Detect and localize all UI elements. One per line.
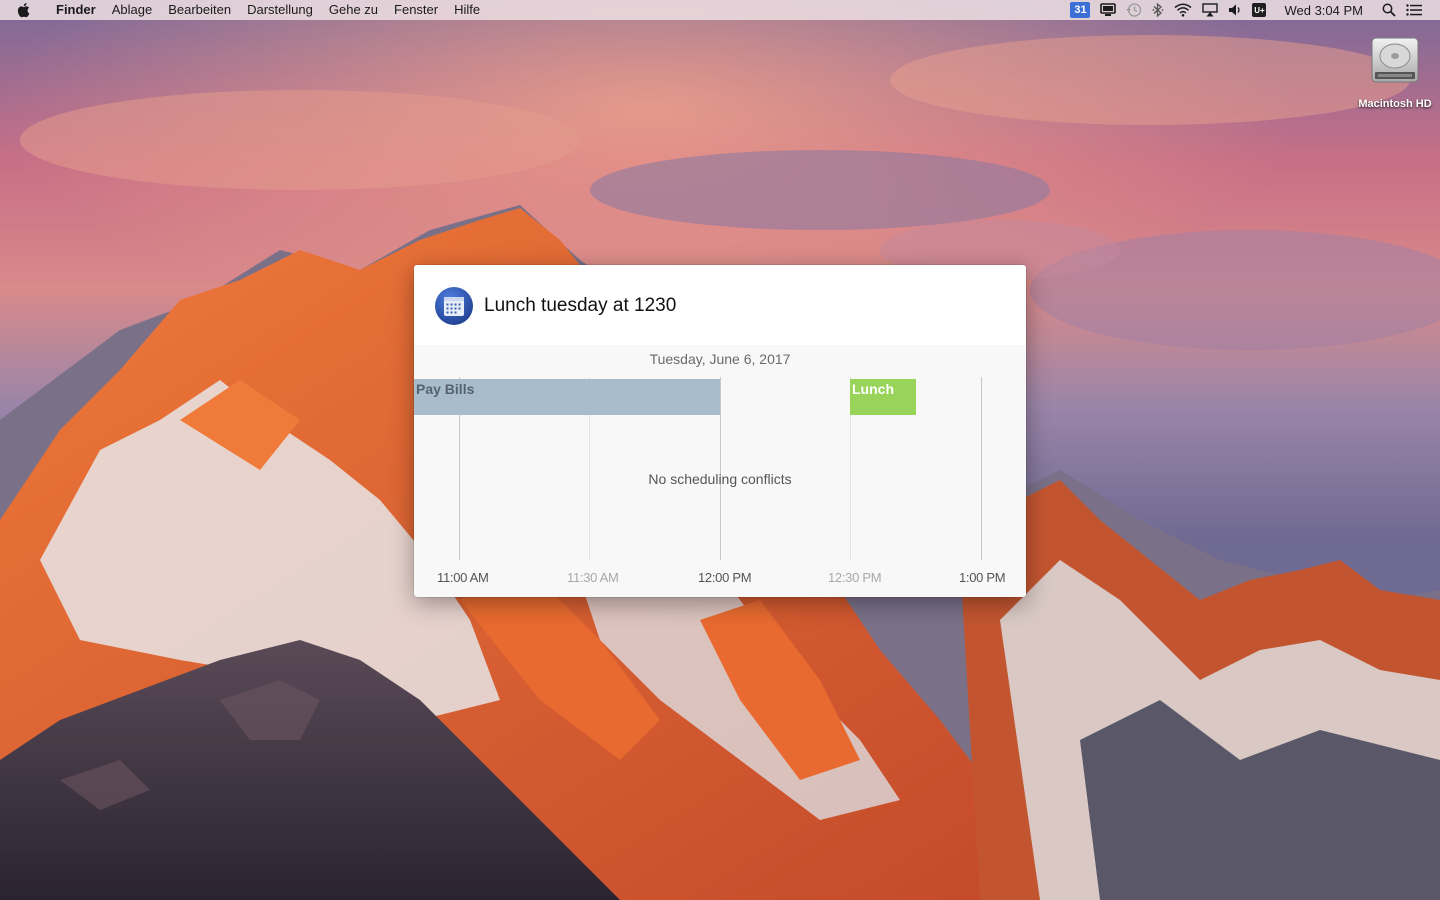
- airplay-icon[interactable]: [1202, 0, 1219, 20]
- event-pay-bills[interactable]: Pay Bills: [414, 379, 720, 415]
- display-icon[interactable]: [1100, 0, 1117, 20]
- event-lunch[interactable]: Lunch: [850, 379, 916, 415]
- menu-bearbeiten[interactable]: Bearbeiten: [160, 0, 239, 20]
- notification-center-icon[interactable]: [1406, 0, 1422, 20]
- menu-hilfe[interactable]: Hilfe: [446, 0, 488, 20]
- time-label: 12:00 PM: [698, 570, 752, 585]
- bluetooth-icon[interactable]: [1152, 0, 1164, 20]
- time-label: 12:30 PM: [828, 570, 882, 585]
- wifi-icon[interactable]: [1174, 0, 1192, 20]
- grid-line: [981, 377, 982, 560]
- schedule-date: Tuesday, June 6, 2017: [649, 351, 791, 367]
- uplus-icon[interactable]: U+: [1252, 0, 1267, 20]
- menu-darstellung[interactable]: Darstellung: [239, 0, 321, 20]
- quick-entry-input[interactable]: Lunch tuesday at 1230: [484, 295, 676, 317]
- hard-disk-icon: [1369, 34, 1421, 86]
- disk-label: Macintosh HD: [1358, 98, 1432, 110]
- time-label: 11:30 AM: [567, 570, 619, 585]
- popup-header: Lunch tuesday at 1230: [414, 265, 1026, 345]
- calendar-icon[interactable]: 31: [1070, 0, 1091, 20]
- time-label: 11:00 AM: [437, 570, 489, 585]
- grid-line: [720, 377, 721, 560]
- menubar-clock[interactable]: Wed 3:04 PM: [1284, 3, 1363, 18]
- volume-icon[interactable]: [1228, 0, 1242, 20]
- macintosh-hd-desktop-item[interactable]: Macintosh HD: [1352, 34, 1438, 110]
- apple-logo-icon[interactable]: [16, 2, 34, 18]
- menu-fenster[interactable]: Fenster: [386, 0, 446, 20]
- quick-entry-popup: Lunch tuesday at 1230 Tuesday, June 6, 2…: [414, 265, 1026, 597]
- calendar-app-icon: [434, 286, 474, 326]
- menu-ablage[interactable]: Ablage: [104, 0, 160, 20]
- conflict-status: No scheduling conflicts: [648, 471, 792, 487]
- time-machine-icon[interactable]: [1126, 0, 1142, 20]
- menu-gehe-zu[interactable]: Gehe zu: [321, 0, 386, 20]
- menu-bar: Finder Ablage Bearbeiten Darstellung Geh…: [0, 0, 1440, 20]
- uplus-badge: U+: [1252, 3, 1267, 17]
- menu-app-finder[interactable]: Finder: [48, 0, 104, 20]
- spotlight-icon[interactable]: [1382, 0, 1396, 20]
- calendar-badge: 31: [1070, 2, 1091, 18]
- time-label: 1:00 PM: [959, 570, 1006, 585]
